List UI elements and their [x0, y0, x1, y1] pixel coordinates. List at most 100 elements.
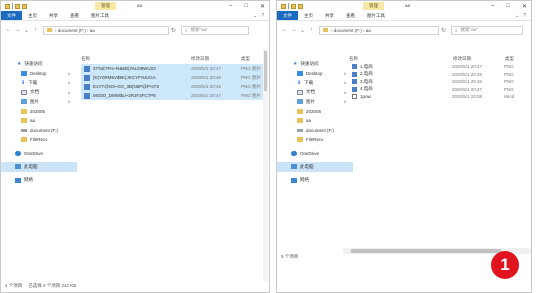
sidebar-item-label: 网络: [24, 177, 33, 183]
sidebar-item-network[interactable]: 网络: [1, 176, 77, 186]
sidebar-item-aa[interactable]: aa: [1, 116, 77, 126]
column-date[interactable]: 修改日期: [191, 56, 241, 62]
help-icon[interactable]: ?: [261, 13, 264, 19]
file-type: PNG: [504, 86, 514, 92]
tab-view[interactable]: 查看: [340, 11, 361, 20]
sidebar-item-document-f[interactable]: document (F:): [277, 126, 353, 136]
tab-share[interactable]: 共享: [319, 11, 340, 20]
sidebar-item-pictures[interactable]: 图片 ⊳: [1, 97, 77, 107]
back-icon[interactable]: ←: [280, 27, 289, 33]
file-row[interactable]: MG0O_DMW$U~2RJF3FC7P8 2020/5/1 20:47 PNG 图…: [81, 91, 267, 100]
file-date: 2020/5/1 23:08: [452, 94, 483, 100]
close-icon[interactable]: ✕: [260, 3, 265, 10]
file-row[interactable]: 1.电商 2020/5/1 20:47 PNG: [349, 63, 529, 71]
maximize-icon[interactable]: □: [506, 3, 510, 9]
sidebar-item-quick-access[interactable]: ★ 快速访问: [277, 59, 353, 69]
sidebar-item-label: FileRecv: [306, 137, 324, 143]
sidebar-item-documents[interactable]: 文档 ⊳: [1, 88, 77, 98]
sidebar-item-this-pc[interactable]: 此电脑: [277, 162, 353, 172]
address-row: ← → ⌄ ↑ › document (F:) › aa ↻ ⌕ 搜索"aa": [1, 23, 269, 37]
tab-view[interactable]: 查看: [64, 11, 85, 20]
column-type[interactable]: 类型: [505, 56, 529, 62]
address-bar[interactable]: › document (F:) › aa: [43, 25, 169, 35]
file-row[interactable]: 3.电商 2020/5/1 20:46 PNG: [349, 78, 529, 86]
tab-share[interactable]: 共享: [43, 11, 64, 20]
tab-file[interactable]: 文件: [277, 11, 298, 20]
sidebar-item-pictures[interactable]: 图片 ⊳: [277, 97, 353, 107]
scrollbar-thumb[interactable]: [351, 249, 501, 253]
up-icon[interactable]: ↑: [307, 27, 316, 33]
sidebar-item-this-pc[interactable]: 此电脑: [1, 162, 77, 172]
forward-icon[interactable]: →: [289, 27, 298, 33]
sidebar-item-202005[interactable]: 202005: [1, 107, 77, 117]
file-row[interactable]: 4.电商 2020/5/1 20:47 PNG: [349, 86, 529, 94]
recent-chevron-icon[interactable]: ⌄: [298, 27, 307, 34]
folder-icon: [21, 118, 27, 124]
sidebar-item-network[interactable]: 网络: [277, 176, 353, 186]
column-date[interactable]: 修改日期: [453, 56, 505, 62]
file-type: PNG 图片: [241, 83, 262, 89]
file-row[interactable]: E1YT@G5~GX_3B(N5P@F%TS 2020/5/1 20:46 PNG …: [81, 82, 267, 91]
file-row[interactable]: {K(Y0RM5V$9K{JKCYF%IUGA 2020/5/1 20:46 PNG…: [81, 73, 267, 82]
chevron-down-icon[interactable]: ⌄: [515, 13, 519, 19]
tab-home[interactable]: 主页: [298, 11, 319, 20]
properties-icon[interactable]: [291, 3, 296, 9]
minimize-icon[interactable]: –: [491, 3, 494, 9]
tab-picture-tools[interactable]: 图片工具: [85, 11, 115, 20]
help-icon[interactable]: ?: [523, 13, 526, 19]
window-title: aa: [137, 3, 143, 8]
sidebar-item-filerecv[interactable]: FileRecv: [277, 135, 353, 145]
image-file-icon: [84, 92, 90, 99]
file-row[interactable]: 2.电商 2020/5/1 20:46 PNG: [349, 71, 529, 79]
back-icon[interactable]: ←: [4, 27, 13, 33]
scrollbar-thumb[interactable]: [264, 51, 267, 91]
new-folder-icon[interactable]: [298, 3, 303, 9]
new-folder-icon[interactable]: [22, 3, 27, 9]
selection-info: 已选择 4 个项目 242 KB: [28, 283, 77, 288]
sidebar-item-202005[interactable]: 202005: [277, 107, 353, 117]
sidebar-item-onedrive[interactable]: OneDrive: [277, 149, 353, 159]
file-date: 2020/5/1 20:47: [191, 93, 222, 98]
column-name[interactable]: 名称: [349, 56, 453, 62]
folder-icon: [297, 137, 303, 143]
refresh-icon[interactable]: ↻: [439, 27, 448, 34]
sidebar-item-filerecv[interactable]: FileRecv: [1, 135, 77, 145]
folder-icon[interactable]: [281, 3, 286, 9]
file-date: 2020/5/1 20:46: [191, 75, 222, 80]
chevron-down-icon[interactable]: ⌄: [253, 13, 257, 19]
sidebar-item-desktop[interactable]: Desktop ⊳: [1, 69, 77, 79]
tab-picture-tools[interactable]: 图片工具: [361, 11, 391, 20]
sidebar-item-downloads[interactable]: ⬇ 下载 ⊳: [1, 78, 77, 88]
sidebar-item-onedrive[interactable]: OneDrive: [1, 149, 77, 159]
search-input[interactable]: ⌕ 搜索"aa": [451, 25, 523, 35]
tab-home[interactable]: 主页: [22, 11, 43, 20]
sidebar-item-quick-access[interactable]: ★ 快速访问: [1, 59, 77, 69]
navigation-pane: ★ 快速访问 Desktop ⊳ ⬇ 下载 ⊳ 文档 ⊳ 图片 ⊳ 202005 aa do…: [277, 59, 353, 185]
recent-chevron-icon[interactable]: ⌄: [22, 27, 31, 34]
sidebar-item-label: 快速访问: [300, 60, 319, 66]
tab-file[interactable]: 文件: [1, 11, 22, 20]
refresh-icon[interactable]: ↻: [169, 27, 178, 34]
file-row[interactable]: 37%E7FH~R&6D(I%LD8WU23 2020/5/1 20:47 PNG …: [81, 64, 267, 73]
vertical-scrollbar[interactable]: [263, 49, 268, 281]
search-input[interactable]: ⌕ 搜索"aa": [181, 25, 249, 35]
close-icon[interactable]: ✕: [522, 3, 527, 10]
sidebar-item-documents[interactable]: 文档 ⊳: [277, 88, 353, 98]
sidebar-item-document-f[interactable]: document (F:): [1, 126, 77, 136]
maximize-icon[interactable]: □: [244, 3, 248, 9]
properties-icon[interactable]: [15, 3, 20, 9]
manage-tab[interactable]: 管理: [95, 2, 116, 10]
sidebar-item-desktop[interactable]: Desktop ⊳: [277, 69, 353, 79]
sidebar-item-label: document (F:): [30, 127, 59, 133]
minimize-icon[interactable]: –: [229, 3, 232, 9]
folder-icon[interactable]: [5, 3, 10, 9]
sidebar-item-downloads[interactable]: ⬇ 下载 ⊳: [277, 78, 353, 88]
manage-tab[interactable]: 管理: [363, 2, 384, 10]
forward-icon[interactable]: →: [13, 27, 22, 33]
up-icon[interactable]: ↑: [31, 27, 40, 33]
sidebar-item-aa[interactable]: aa: [277, 116, 353, 126]
pin-icon: ⊳: [67, 89, 71, 95]
file-row[interactable]: 1pow 2020/5/1 23:08 Wind: [349, 93, 529, 101]
column-name[interactable]: 名称: [81, 56, 191, 62]
address-bar[interactable]: › document (F:) › aa: [319, 25, 439, 35]
